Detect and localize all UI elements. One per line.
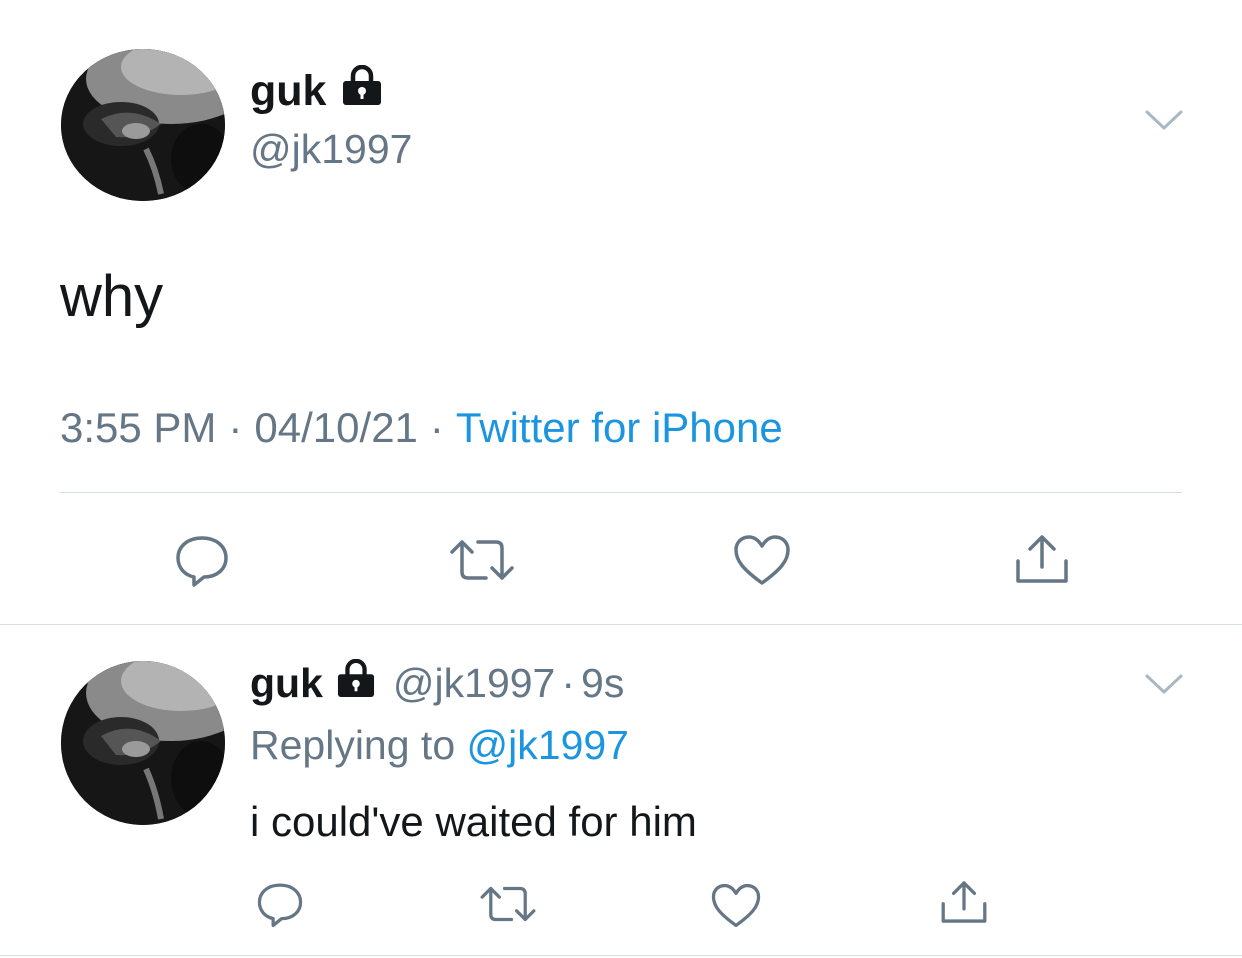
tweet-source-link[interactable]: Twitter for iPhone: [456, 404, 783, 451]
reply-header: guk @jk1997 · 9s: [250, 656, 624, 710]
like-icon[interactable]: [708, 880, 764, 930]
retweet-icon[interactable]: [446, 532, 518, 588]
share-icon[interactable]: [1010, 530, 1074, 588]
lock-icon: [335, 656, 377, 710]
tweet-time: 3:55 PM: [60, 404, 217, 451]
display-name-text: guk: [250, 67, 327, 115]
like-icon[interactable]: [730, 532, 794, 588]
replying-to-label: Replying to: [250, 722, 456, 768]
display-name[interactable]: guk: [250, 62, 384, 120]
tweet-meta: 3:55 PM · 04/10/21 · Twitter for iPhone: [60, 400, 783, 456]
tweet-date: 04/10/21: [254, 404, 418, 451]
display-name[interactable]: guk: [250, 656, 323, 710]
reply-icon[interactable]: [170, 532, 234, 588]
lock-icon: [340, 62, 384, 120]
mention-link[interactable]: @jk1997: [467, 722, 629, 768]
handle[interactable]: @jk1997: [393, 656, 555, 710]
meta-separator: ·: [429, 404, 444, 451]
replying-to: Replying to @jk1997: [250, 718, 629, 772]
handle[interactable]: @jk1997: [250, 122, 412, 176]
share-icon[interactable]: [936, 876, 992, 928]
tweet-text: i could've waited for him: [250, 798, 697, 845]
meta-separator: ·: [228, 404, 243, 451]
chevron-down-icon[interactable]: [1144, 108, 1184, 137]
meta-separator: ·: [561, 660, 576, 706]
reply-icon[interactable]: [252, 878, 308, 930]
divider: [0, 955, 1242, 956]
chevron-down-icon[interactable]: [1144, 672, 1184, 701]
divider: [0, 624, 1242, 625]
avatar[interactable]: [61, 661, 225, 825]
divider: [60, 492, 1182, 493]
tweet-text: why: [60, 264, 164, 329]
tweet-time[interactable]: 9s: [581, 656, 624, 710]
avatar[interactable]: [61, 49, 225, 201]
retweet-icon[interactable]: [476, 880, 540, 928]
